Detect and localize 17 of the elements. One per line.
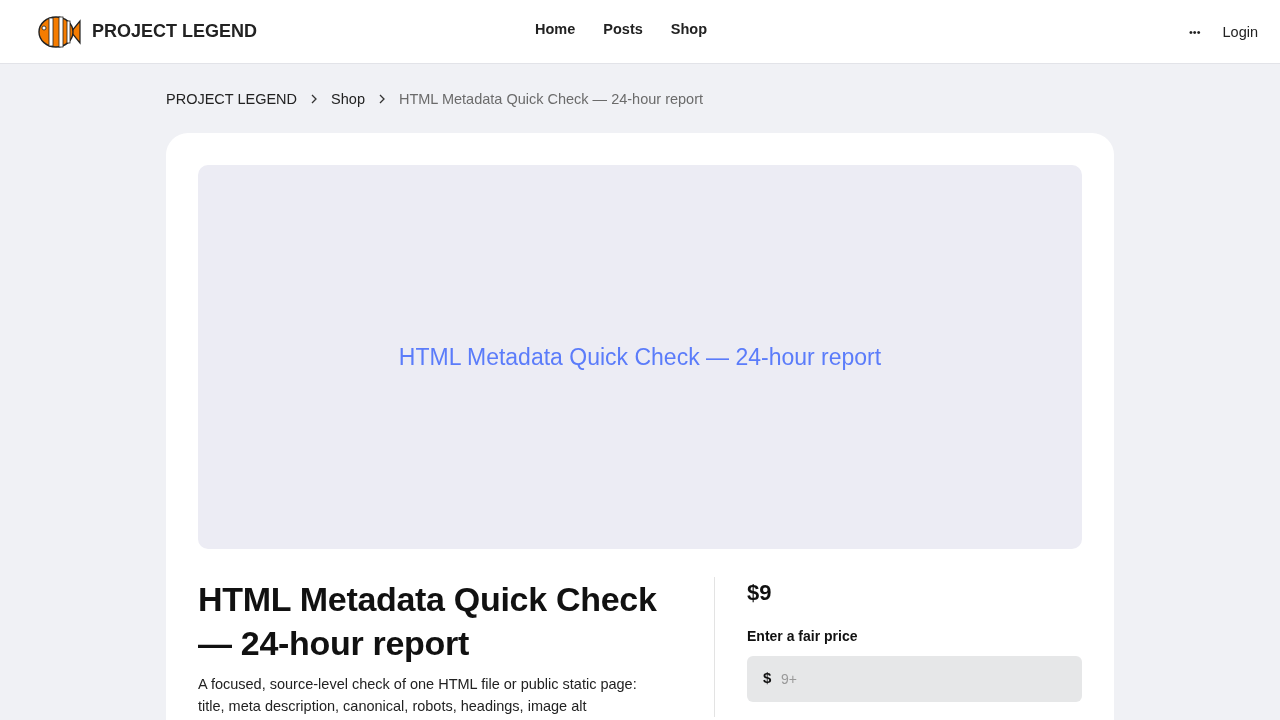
product-description: A focused, source-level check of one HTML file or public static page: title, meta description, canonical, robots, headings, image alt: [198, 675, 638, 716]
nav-link[interactable]: Posts: [603, 21, 643, 37]
more-menu-button[interactable]: •••: [1188, 25, 1201, 38]
breadcrumb-current: HTML Metadata Quick Check — 24-hour report: [398, 91, 704, 107]
breadcrumb-link[interactable]: PROJECT LEGEND: [166, 91, 298, 107]
cover-title: HTML Metadata Quick Check — 24-hour report: [398, 343, 882, 371]
chevron-right-icon: [378, 94, 385, 104]
nav-link[interactable]: Home: [535, 21, 576, 37]
nav-link[interactable]: Shop: [670, 21, 708, 37]
site-name[interactable]: PROJECT LEGEND: [92, 21, 258, 42]
breadcrumb-link[interactable]: Shop: [331, 91, 365, 107]
currency-symbol: $: [763, 669, 772, 686]
price: $9: [747, 580, 773, 606]
product-title: HTML Metadata Quick Check — 24-hour report: [198, 579, 658, 664]
login-link[interactable]: Login: [1222, 23, 1258, 40]
chevron-right-icon: [311, 94, 318, 104]
price-label: Enter a fair price: [747, 628, 859, 644]
